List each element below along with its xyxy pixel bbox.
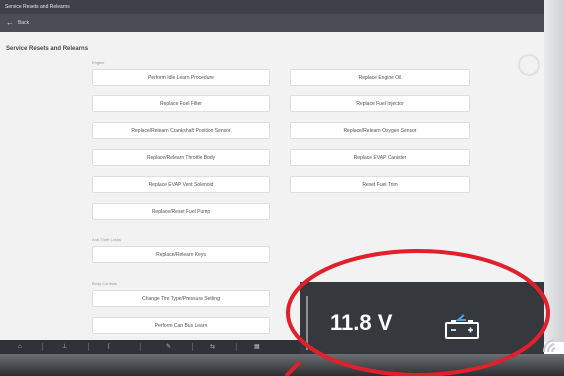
reset-fuel-trim-button[interactable]: Reset Fuel Trim bbox=[290, 176, 470, 193]
nav-bar: ← Back bbox=[0, 14, 564, 32]
voltage-divider bbox=[306, 296, 308, 350]
replace-evap-vent-button[interactable]: Replace EVAP Vent Solenoid bbox=[92, 176, 270, 193]
relearn-keys-button[interactable]: Replace/Relearn Keys bbox=[92, 246, 270, 263]
replace-engine-oil-button[interactable]: Replace Engine Oil bbox=[290, 69, 470, 86]
edit-icon[interactable]: ✎ bbox=[166, 340, 171, 354]
window-titlebar: Service Resets and Relearns bbox=[0, 0, 564, 14]
relearn-crankshaft-button[interactable]: Replace/Relearn Crankshaft Position Sens… bbox=[92, 122, 270, 139]
back-button[interactable]: Back bbox=[18, 14, 29, 32]
perform-idle-learn-button[interactable]: Perform Idle Learn Procedure bbox=[92, 69, 270, 86]
tire-pressure-setting-button[interactable]: Change Tire Type/Pressure Setting bbox=[92, 290, 270, 307]
battery-voltage-readout: 11.8 V bbox=[330, 310, 393, 335]
replace-fuel-injector-button[interactable]: Replace Fuel Injector bbox=[290, 95, 470, 112]
battery-icon bbox=[445, 314, 479, 339]
circle-icon bbox=[518, 54, 540, 76]
device-bezel bbox=[544, 0, 564, 342]
replace-fuel-filter-button[interactable]: Replace Fuel Filter bbox=[92, 95, 270, 112]
section-anti-theft-label: Anti-Theft Locks bbox=[92, 237, 121, 242]
arrow-left-icon[interactable]: ← bbox=[6, 14, 14, 32]
taskbar-divider bbox=[42, 343, 43, 351]
replace-evap-canister-button[interactable]: Replace EVAP Canister bbox=[290, 149, 470, 166]
taskbar-divider bbox=[88, 343, 89, 351]
taskbar: ⌂ ⊥ ⌈ ✎ ⇆ ▦ bbox=[0, 340, 300, 354]
window-icon[interactable]: ▦ bbox=[254, 340, 260, 354]
taskbar-divider bbox=[236, 343, 237, 351]
section-engine-label: Engine bbox=[92, 60, 105, 65]
relearn-throttle-body-button[interactable]: Replace/Relearn Throttle Body bbox=[92, 149, 270, 166]
can-bus-learn-button[interactable]: Perform Can Bus Learn bbox=[92, 317, 270, 334]
bracket-icon[interactable]: ⌈ bbox=[108, 340, 110, 354]
swap-icon[interactable]: ⇆ bbox=[210, 340, 215, 354]
relearn-oxygen-sensor-button[interactable]: Replace/Relearn Oxygen Sensor bbox=[290, 122, 470, 139]
window-title: Service Resets and Relearns bbox=[5, 4, 70, 10]
taskbar-divider bbox=[192, 343, 193, 351]
wifi-corner-icon bbox=[543, 339, 556, 353]
home-icon[interactable]: ⌂ bbox=[18, 340, 22, 354]
device-bottom-frame bbox=[0, 354, 564, 376]
taskbar-divider bbox=[140, 343, 141, 351]
section-body-label: Body Controls bbox=[92, 281, 118, 286]
page-title: Service Resets and Relearns bbox=[6, 46, 89, 52]
text-cursor-icon[interactable]: ⊥ bbox=[62, 340, 67, 354]
reset-fuel-pump-button[interactable]: Replace/Reset Fuel Pump bbox=[92, 203, 270, 220]
